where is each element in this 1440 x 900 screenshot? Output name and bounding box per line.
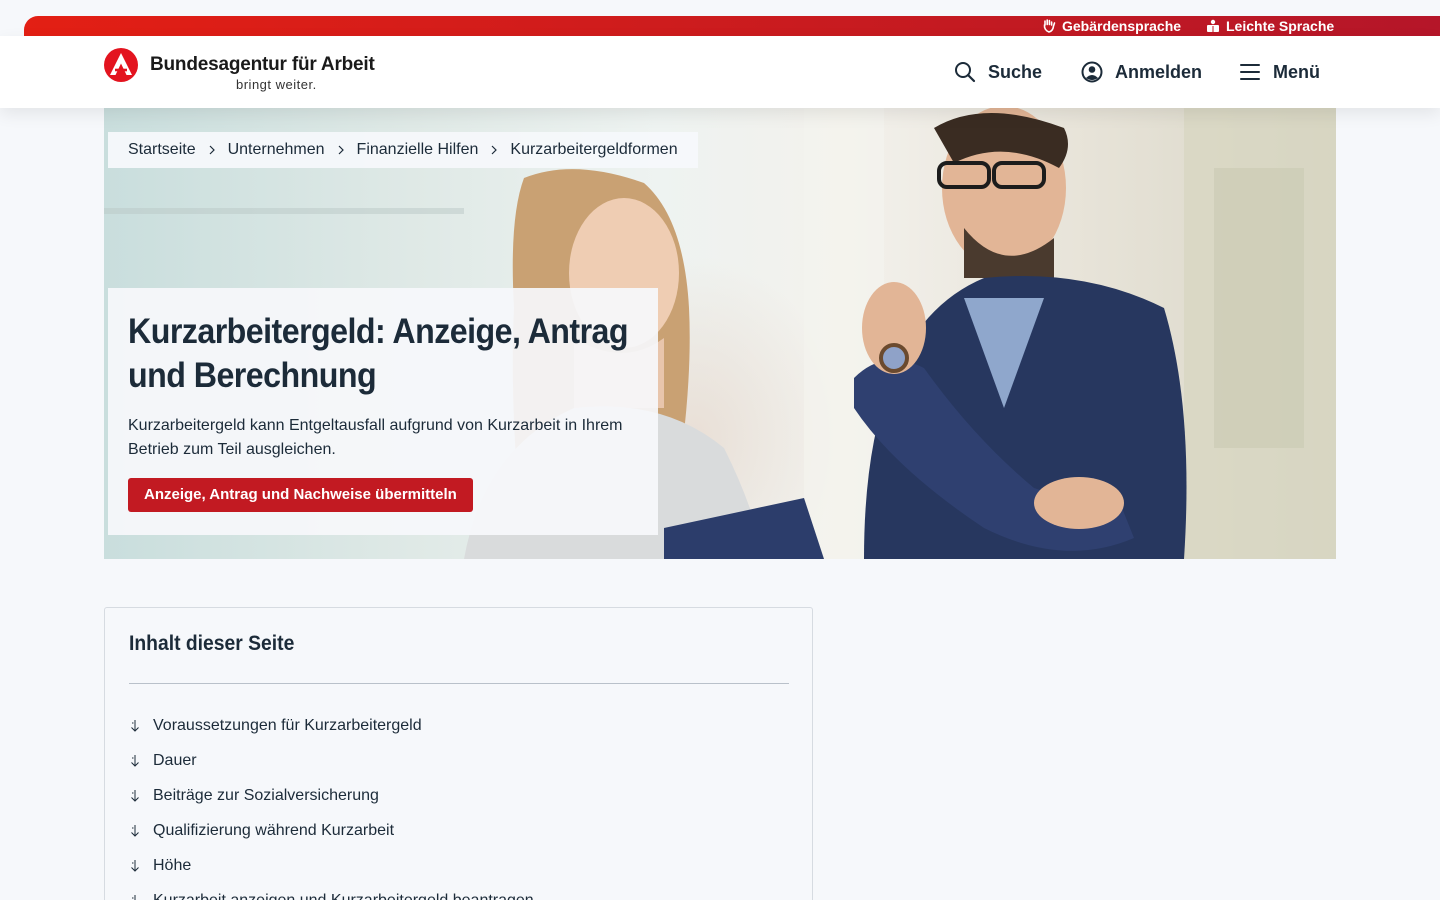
toc-item-label: Voraussetzungen für Kurzarbeitergeld (153, 716, 422, 734)
menu-icon (1240, 64, 1260, 80)
login-button[interactable]: Anmelden (1081, 58, 1202, 86)
easy-language-link[interactable]: Leichte Sprache (1206, 16, 1334, 36)
toc-item[interactable]: Dauer (129, 743, 534, 778)
sign-language-link[interactable]: Gebärdensprache (1042, 16, 1181, 36)
hero-card: Kurzarbeitergeld: Anzeige, Antrag und Be… (108, 288, 658, 535)
search-label: Suche (988, 61, 1043, 82)
arrow-down-icon (131, 824, 139, 837)
chevron-right-icon (491, 145, 498, 155)
arrow-down-icon (131, 789, 139, 802)
top-service-bar: Gebärdensprache Leichte Sprache (24, 16, 1440, 36)
breadcrumb-finanzielle-hilfen[interactable]: Finanzielle Hilfen (357, 141, 479, 159)
page-title: Kurzarbeitergeld: Anzeige, Antrag und Be… (128, 310, 643, 398)
sign-language-label: Gebärdensprache (1062, 18, 1182, 34)
login-label: Anmelden (1115, 61, 1203, 82)
toc-item[interactable]: Beiträge zur Sozialversicherung (129, 778, 534, 813)
submit-application-button[interactable]: Anzeige, Antrag und Nachweise übermittel… (128, 478, 473, 512)
arrow-down-icon (132, 894, 136, 900)
arrow-down-icon (131, 859, 139, 872)
toc-item-label: Dauer (153, 751, 197, 769)
breadcrumb: Startseite Unternehmen Finanzielle Hilfe… (108, 132, 698, 168)
breadcrumb-home[interactable]: Startseite (128, 141, 196, 159)
menu-label: Menü (1273, 61, 1320, 82)
logo-claim: bringt weiter. (236, 77, 317, 92)
toc-divider (129, 683, 789, 684)
toc-item[interactable]: Kurzarbeit anzeigen und Kurzarbeitergeld… (129, 883, 534, 900)
search-button[interactable]: Suche (954, 58, 1042, 86)
toc-item-label: Qualifizierung während Kurzarbeit (153, 821, 395, 839)
chevron-right-icon (338, 145, 344, 155)
page-title-line-1: Kurzarbeitergeld: Anzeige, Antrag (128, 312, 629, 351)
arrow-down-icon (131, 719, 139, 732)
user-icon (1081, 61, 1103, 83)
ba-logo[interactable]: Bundesagentur für Arbeit bringt weiter. (104, 48, 375, 96)
breadcrumb-unternehmen[interactable]: Unternehmen (228, 141, 325, 159)
search-icon (955, 62, 976, 83)
table-of-contents: Inhalt dieser Seite Voraussetzungen für … (104, 607, 813, 900)
page-title-line-2: und Berechnung (128, 356, 377, 395)
menu-button[interactable]: Menü (1239, 58, 1320, 86)
hero-description: Kurzarbeitergeld kann Entgeltausfall auf… (128, 417, 623, 458)
toc-item[interactable]: Höhe (129, 848, 534, 883)
sign-language-icon (1043, 19, 1056, 33)
logo-name: Bundesagentur für Arbeit (150, 54, 375, 75)
toc-item[interactable]: Voraussetzungen für Kurzarbeitergeld (129, 708, 534, 743)
site-header: Bundesagentur für Arbeit bringt weiter. … (0, 36, 1440, 108)
toc-item-label: Höhe (153, 856, 192, 874)
breadcrumb-current: Kurzarbeitergeldformen (510, 141, 678, 158)
toc-item-label: Kurzarbeit anzeigen und Kurzarbeitergeld… (153, 891, 534, 900)
arrow-down-icon (131, 754, 139, 767)
easy-language-icon (1207, 19, 1219, 32)
toc-list: Voraussetzungen für Kurzarbeitergeld Dau… (129, 708, 534, 900)
hero-section: Startseite Unternehmen Finanzielle Hilfe… (104, 108, 1336, 559)
toc-title: Inhalt dieser Seite (129, 632, 295, 655)
ba-logo-icon (104, 48, 138, 82)
chevron-right-icon (209, 145, 215, 155)
toc-item-label: Beiträge zur Sozialversicherung (153, 786, 379, 804)
easy-language-label: Leichte Sprache (1226, 18, 1335, 34)
toc-item[interactable]: Qualifizierung während Kurzarbeit (129, 813, 534, 848)
